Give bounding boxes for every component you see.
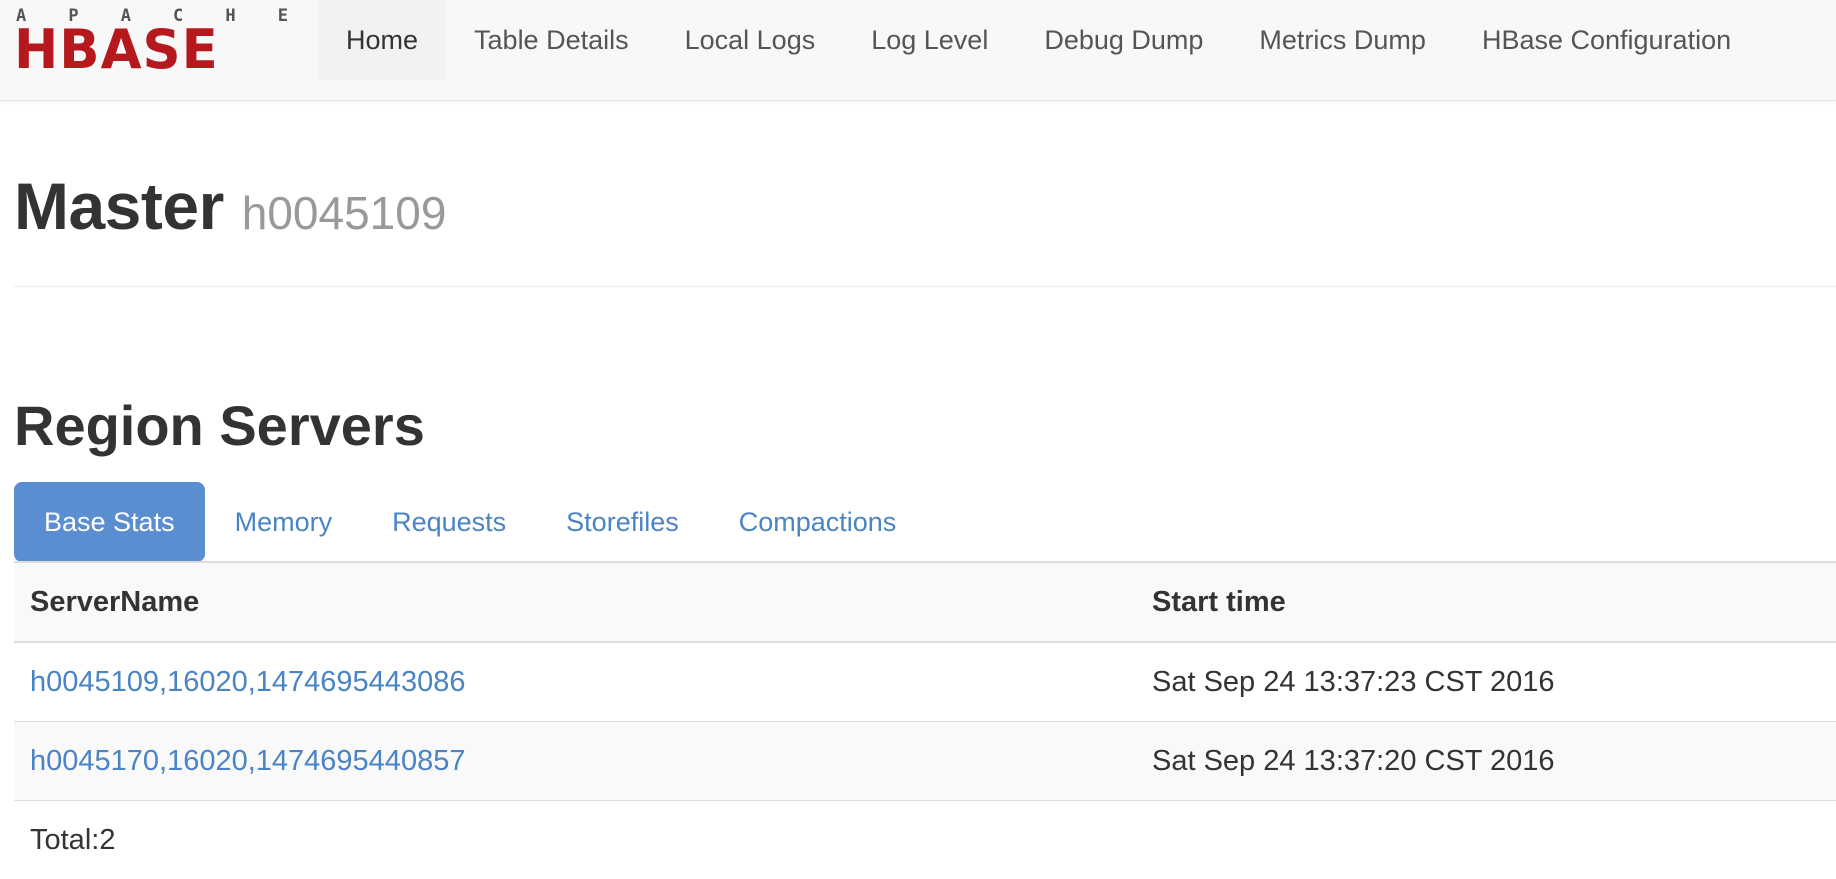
nav-item-table-details[interactable]: Table Details [446, 0, 657, 80]
total-empty-cell [1136, 801, 1836, 879]
server-name-cell: h0045170,16020,1474695440857 [14, 722, 1136, 801]
nav-links: Home Table Details Local Logs Log Level … [318, 0, 1759, 100]
nav-item-log-level[interactable]: Log Level [843, 0, 1016, 80]
start-time-cell: Sat Sep 24 13:37:23 CST 2016 [1136, 642, 1836, 722]
nav-item-home[interactable]: Home [318, 0, 446, 80]
tab-base-stats[interactable]: Base Stats [14, 482, 205, 562]
server-link[interactable]: h0045109,16020,1474695443086 [30, 666, 465, 698]
total-count: Total:2 [14, 801, 1136, 879]
column-header-start-time: Start time [1136, 562, 1836, 642]
logo-hbase-text: HBASE [14, 24, 219, 76]
table-row: h0045109,16020,1474695443086 Sat Sep 24 … [14, 642, 1836, 722]
nav-item-debug-dump[interactable]: Debug Dump [1016, 0, 1231, 80]
region-servers-table: ServerName Start time h0045109,16020,147… [14, 561, 1836, 879]
table-total-row: Total:2 [14, 801, 1836, 879]
server-link[interactable]: h0045170,16020,1474695440857 [30, 745, 465, 777]
tab-storefiles[interactable]: Storefiles [536, 482, 709, 562]
page-header: Master h0045109 [14, 168, 1836, 287]
table-row: h0045170,16020,1474695440857 Sat Sep 24 … [14, 722, 1836, 801]
page-title: Master [14, 169, 224, 243]
tab-compactions[interactable]: Compactions [709, 482, 927, 562]
nav-item-metrics-dump[interactable]: Metrics Dump [1231, 0, 1454, 80]
navbar: APACHE HBASE Home Table Details Local Lo… [0, 0, 1836, 101]
nav-item-hbase-configuration[interactable]: HBase Configuration [1454, 0, 1759, 80]
table-header-row: ServerName Start time [14, 562, 1836, 642]
start-time-cell: Sat Sep 24 13:37:20 CST 2016 [1136, 722, 1836, 801]
nav-item-local-logs[interactable]: Local Logs [657, 0, 844, 80]
region-servers-heading: Region Servers [14, 393, 425, 458]
server-name-cell: h0045109,16020,1474695443086 [14, 642, 1136, 722]
column-header-servername: ServerName [14, 562, 1136, 642]
page-subtitle-hostname: h0045109 [242, 187, 447, 239]
region-server-tabs: Base Stats Memory Requests Storefiles Co… [14, 482, 1836, 562]
tab-memory[interactable]: Memory [205, 482, 363, 562]
tab-requests[interactable]: Requests [362, 482, 536, 562]
hbase-logo[interactable]: APACHE HBASE [14, 4, 286, 76]
